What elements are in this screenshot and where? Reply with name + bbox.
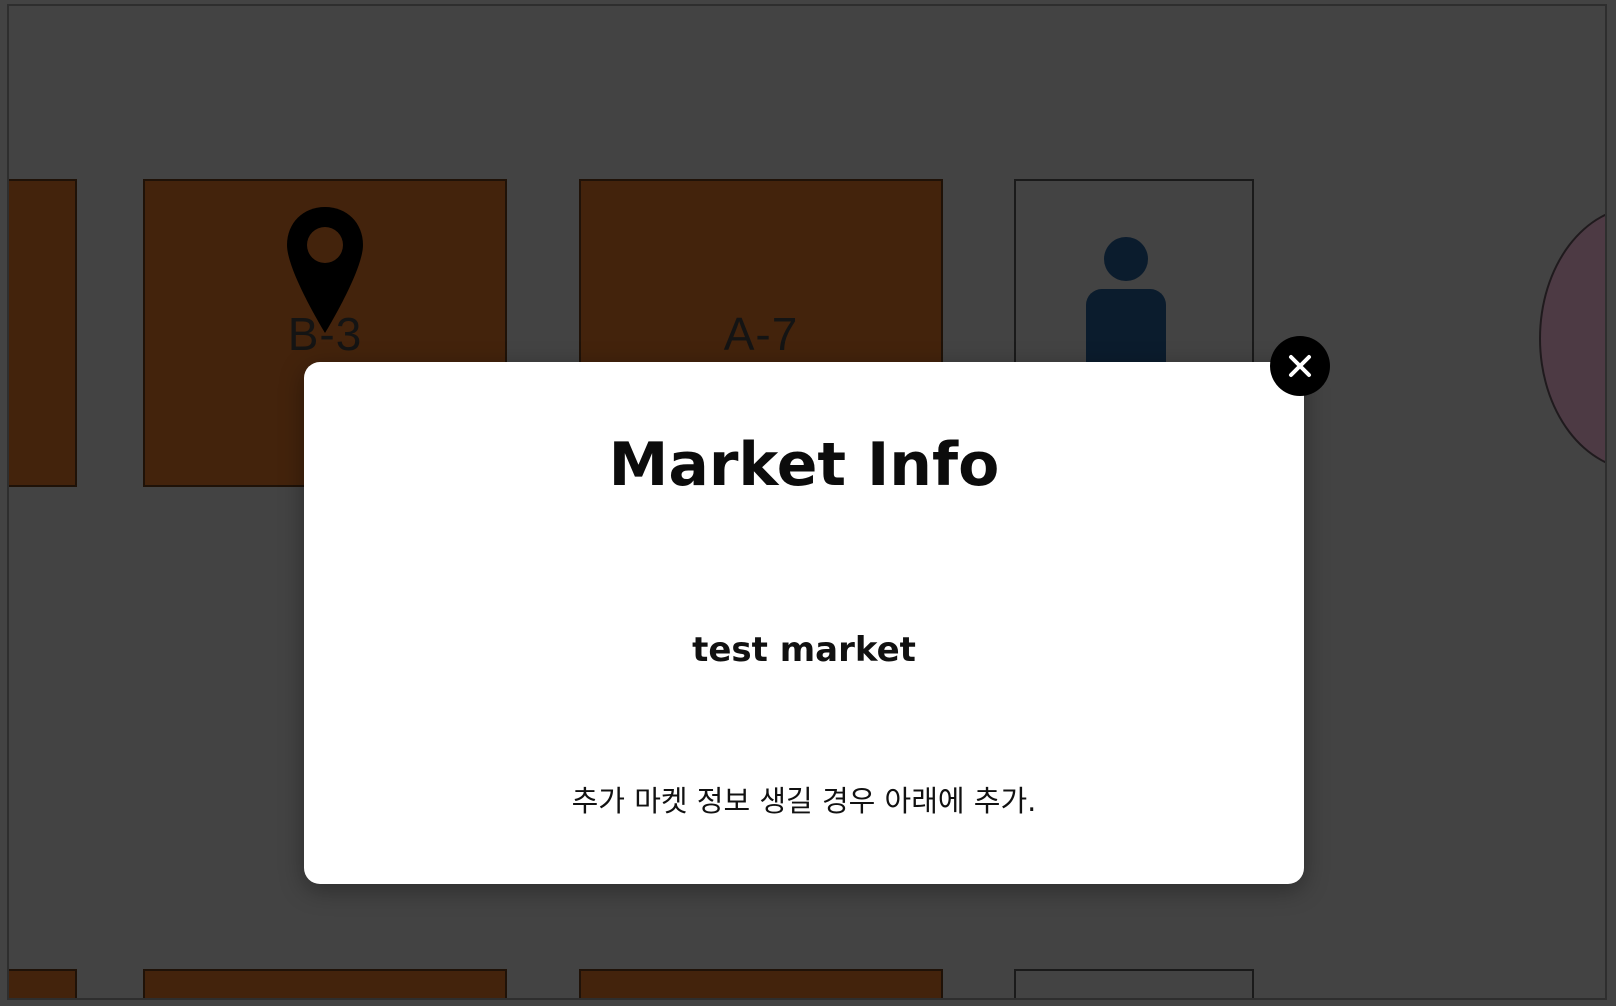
market-info-modal: Market Info test market 추가 마켓 정보 생길 경우 아… [304, 362, 1304, 884]
modal-title: Market Info [608, 430, 1000, 500]
close-button[interactable] [1270, 336, 1330, 396]
modal-overlay[interactable]: Market Info test market 추가 마켓 정보 생길 경우 아… [0, 0, 1616, 1006]
market-note: 추가 마켓 정보 생길 경우 아래에 추가. [571, 784, 1037, 818]
close-icon [1289, 355, 1311, 377]
market-name: test market [692, 630, 916, 670]
